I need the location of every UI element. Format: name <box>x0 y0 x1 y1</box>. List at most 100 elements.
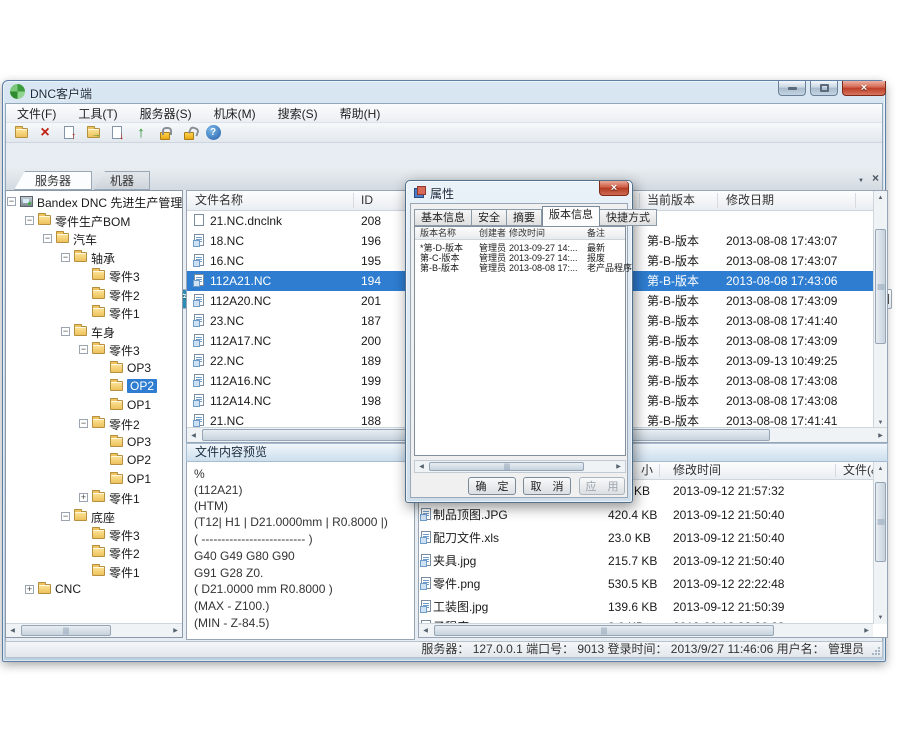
scroll-thumb[interactable] <box>434 625 774 636</box>
unlock-button[interactable] <box>180 124 198 141</box>
tab-security[interactable]: 安全 <box>472 209 507 226</box>
menu-search[interactable]: 搜索(S) <box>267 104 329 122</box>
attachments-vscrollbar[interactable] <box>873 462 887 624</box>
collapse-icon[interactable] <box>79 345 88 354</box>
expand-icon[interactable] <box>25 585 34 594</box>
menu-server[interactable]: 服务器(S) <box>129 104 203 122</box>
tree-hscrollbar[interactable] <box>6 623 182 637</box>
scroll-right-icon[interactable] <box>169 624 182 637</box>
scroll-thumb[interactable] <box>875 229 886 344</box>
scroll-up-icon[interactable] <box>874 462 887 475</box>
checkin-button[interactable] <box>60 124 78 141</box>
tab-close-icon[interactable] <box>872 169 879 187</box>
tab-shortcut[interactable]: 快捷方式 <box>600 209 657 226</box>
maximize-button[interactable] <box>810 81 838 96</box>
scroll-left-icon[interactable] <box>415 460 428 473</box>
tree-item-base-part1[interactable]: 零件1 <box>6 563 182 580</box>
tree-item-part3b[interactable]: 零件3 <box>6 341 182 358</box>
tab-basic-info[interactable]: 基本信息 <box>414 209 472 226</box>
resize-grip[interactable] <box>871 646 880 655</box>
collapse-icon[interactable] <box>79 419 88 428</box>
expand-icon[interactable] <box>79 493 88 502</box>
upload-button[interactable] <box>132 124 150 141</box>
cancel-button[interactable]: 取 消 <box>523 477 571 495</box>
menu-help[interactable]: 帮助(H) <box>329 104 392 122</box>
scroll-left-icon[interactable] <box>419 624 432 637</box>
menu-machine[interactable]: 机床(M) <box>203 104 267 122</box>
collapse-icon[interactable] <box>61 512 70 521</box>
tree-item-base-part2[interactable]: 零件2 <box>6 544 182 561</box>
tree-item-root[interactable]: Bandex DNC 先进生产管理系统 <box>6 193 182 210</box>
tree-item-op1[interactable]: OP1 <box>6 397 182 414</box>
minimize-button[interactable] <box>778 81 806 96</box>
tree-item-op2b[interactable]: OP2 <box>6 452 182 469</box>
collapse-icon[interactable] <box>61 253 70 262</box>
col-note[interactable]: 备注 <box>587 227 605 239</box>
list-item[interactable]: 工装图.jpg139.6 KB2013-09-12 21:50:39 <box>419 596 873 618</box>
scroll-up-icon[interactable] <box>874 191 887 204</box>
col-filename[interactable]: 文件名称 <box>195 191 243 210</box>
tree-item-part1[interactable]: 零件1 <box>6 304 182 321</box>
col-version-name[interactable]: 版本名称 <box>420 227 456 239</box>
tree-item-auto[interactable]: 汽车 <box>6 230 182 247</box>
tree-item-base-part3[interactable]: 零件3 <box>6 526 182 543</box>
close-button[interactable]: × <box>842 81 886 96</box>
col-size[interactable]: 小 <box>641 462 653 479</box>
list-item[interactable]: 配刀文件.xls23.0 KB2013-09-12 21:50:40 <box>419 527 873 549</box>
version-row[interactable]: 第-B-版本管理员2013-08-08 17:...老产品程序 <box>415 263 625 273</box>
help-button[interactable] <box>204 124 222 141</box>
col-date[interactable]: 修改日期 <box>726 191 774 210</box>
tree-item-part2[interactable]: 零件2 <box>6 286 182 303</box>
list-item[interactable]: 夹具.jpg215.7 KB2013-09-12 21:50:40 <box>419 550 873 572</box>
tree-item-part1b[interactable]: 零件1 <box>6 489 182 506</box>
scroll-right-icon[interactable] <box>874 429 887 442</box>
delete-button[interactable] <box>36 124 54 141</box>
tree-item-part2b[interactable]: 零件2 <box>6 415 182 432</box>
scroll-left-icon[interactable] <box>6 624 19 637</box>
scroll-thumb[interactable] <box>429 462 584 471</box>
dialog-close-button[interactable] <box>599 181 629 196</box>
ok-button[interactable]: 确 定 <box>468 477 516 495</box>
menu-tools[interactable]: 工具(T) <box>67 104 128 122</box>
tree-item-bom[interactable]: 零件生产BOM <box>6 212 182 229</box>
tab-summary[interactable]: 摘要 <box>507 209 542 226</box>
tree-item-op2-selected[interactable]: OP2 <box>6 378 182 395</box>
file-list-vscrollbar[interactable] <box>873 191 887 429</box>
scroll-thumb[interactable] <box>21 625 111 636</box>
tree-item-carbody[interactable]: 车身 <box>6 323 182 340</box>
tree-item-op3b[interactable]: OP3 <box>6 434 182 451</box>
col-id[interactable]: ID <box>361 191 373 210</box>
version-row[interactable]: *第-D-版本管理员2013-09-27 14:...最新 <box>415 243 625 253</box>
tree-item-op3[interactable]: OP3 <box>6 360 182 377</box>
tree-item-bearing[interactable]: 轴承 <box>6 249 182 266</box>
col-modified[interactable]: 修改时间 <box>673 462 721 479</box>
attachments-hscrollbar[interactable] <box>419 623 873 637</box>
tree-item-op1b[interactable]: OP1 <box>6 471 182 488</box>
tree-item-cnc[interactable]: CNC <box>6 581 182 598</box>
scroll-thumb[interactable] <box>875 482 886 562</box>
collapse-icon[interactable] <box>25 216 34 225</box>
dialog-hscrollbar[interactable] <box>414 460 626 473</box>
collapse-icon[interactable] <box>43 234 52 243</box>
menu-file[interactable]: 文件(F) <box>6 104 67 122</box>
lock-button[interactable] <box>156 124 174 141</box>
scroll-left-icon[interactable] <box>187 429 200 442</box>
checkout-button[interactable] <box>108 124 126 141</box>
collapse-icon[interactable] <box>61 327 70 336</box>
tab-server[interactable]: 服务器 <box>14 171 92 190</box>
open-folder-button[interactable] <box>84 124 102 141</box>
col-modified-time[interactable]: 修改时间 <box>509 227 545 239</box>
scroll-right-icon[interactable] <box>860 624 873 637</box>
tree-item-base[interactable]: 底座 <box>6 508 182 525</box>
scroll-down-icon[interactable] <box>874 611 887 624</box>
col-creator[interactable]: 创建者 <box>479 227 506 239</box>
collapse-icon[interactable] <box>7 197 16 206</box>
tab-version-info[interactable]: 版本信息 <box>542 206 600 226</box>
version-row[interactable]: 第-C-版本管理员2013-09-27 14:...报废 <box>415 253 625 263</box>
list-item[interactable]: 零件.png530.5 KB2013-09-12 22:22:48 <box>419 573 873 595</box>
list-item[interactable]: 制品顶图.JPG420.4 KB2013-09-12 21:50:40 <box>419 504 873 526</box>
new-folder-button[interactable] <box>12 124 30 141</box>
tree-item-part3[interactable]: 零件3 <box>6 267 182 284</box>
scroll-right-icon[interactable] <box>612 460 625 473</box>
tab-machine[interactable]: 机器 <box>94 171 150 190</box>
